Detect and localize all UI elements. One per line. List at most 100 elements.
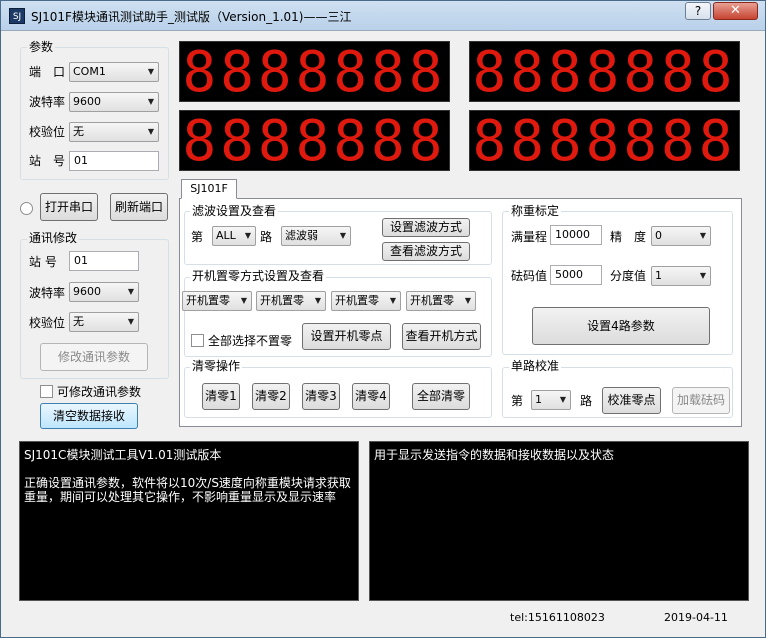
status-date: 2019-04-11	[664, 611, 728, 624]
chevron-down-icon: ▼	[699, 231, 706, 240]
zero-1-button[interactable]: 清零1	[202, 383, 240, 410]
zero-3-button[interactable]: 清零3	[302, 383, 340, 410]
filter-suffix: 路	[260, 230, 273, 244]
log-console: 用于显示发送指令的数据和接收数据以及状态	[369, 441, 749, 601]
filter-level-select[interactable]: 滤波弱 ▼	[281, 226, 351, 246]
single-suffix: 路	[580, 394, 593, 408]
weight-display-1: 8888888	[179, 40, 450, 105]
all-no-zero-label: 全部选择不置零	[208, 334, 293, 348]
weight-display-3: 8888888	[179, 109, 450, 174]
calib-group-label: 称重标定	[509, 204, 562, 218]
port-status-indicator	[20, 202, 33, 215]
poweron-value-3: 开机置零	[335, 294, 379, 307]
chevron-down-icon: ▼	[127, 317, 134, 326]
parity-label: 校验位	[29, 125, 66, 139]
status-tel: tel:15161108023	[510, 611, 605, 624]
poweron-value-4: 开机置零	[410, 294, 454, 307]
chevron-down-icon: ▼	[464, 296, 471, 305]
single-group-label: 单路校准	[509, 359, 562, 373]
chevron-down-icon: ▼	[314, 296, 321, 305]
info-console: SJ101C模块测试工具V1.01测试版本 正确设置通讯参数，软件将以10次/S…	[19, 441, 359, 601]
weight-display-4-value: 8888888	[472, 109, 737, 174]
filter-group-label: 滤波设置及查看	[190, 204, 279, 218]
chevron-down-icon: ▼	[127, 287, 134, 296]
set-filter-button[interactable]: 设置滤波方式	[382, 218, 470, 237]
filter-channel-value: ALL	[216, 229, 236, 242]
baud-value: 9600	[73, 95, 101, 108]
division-value: 1	[655, 269, 662, 282]
weight-display-2-value: 8888888	[472, 40, 737, 105]
comm-parity-value: 无	[73, 315, 84, 328]
comm-station-input[interactable]: 01	[69, 251, 139, 271]
single-channel-value: 1	[535, 393, 542, 406]
allow-modify-label: 可修改通讯参数	[57, 385, 142, 399]
zero-4-button[interactable]: 清零4	[352, 383, 390, 410]
poweron-select-1[interactable]: 开机置零 ▼	[182, 291, 252, 311]
single-channel-select[interactable]: 1 ▼	[531, 390, 571, 410]
main-window: SJ SJ101F模块通讯测试助手_测试版（Version_1.01)——三江 …	[0, 0, 766, 638]
parity-value: 无	[73, 125, 84, 138]
division-label: 分度值	[610, 269, 647, 283]
poweron-select-3[interactable]: 开机置零 ▼	[331, 291, 401, 311]
weight-display-2: 8888888	[469, 40, 740, 105]
weight-display-3-value: 8888888	[182, 109, 447, 174]
port-value: COM1	[73, 65, 106, 78]
title-bar[interactable]: SJ SJ101F模块通讯测试助手_测试版（Version_1.01)——三江 …	[1, 1, 765, 31]
single-prefix: 第	[511, 394, 524, 408]
help-button[interactable]: ?	[685, 2, 711, 20]
comm-baud-select[interactable]: 9600 ▼	[69, 282, 139, 302]
window-title: SJ101F模块通讯测试助手_测试版（Version_1.01)——三江	[31, 10, 352, 24]
chevron-down-icon: ▼	[147, 97, 154, 106]
close-button[interactable]: ✕	[713, 2, 758, 20]
full-range-input[interactable]: 10000	[550, 225, 602, 245]
port-select[interactable]: COM1 ▼	[69, 62, 159, 82]
comm-station-label: 站 号	[29, 255, 57, 269]
view-poweron-button[interactable]: 查看开机方式	[402, 323, 481, 350]
comm-edit-group-label: 通讯修改	[27, 231, 80, 245]
zero-2-button[interactable]: 清零2	[252, 383, 290, 410]
precision-select[interactable]: 0 ▼	[651, 226, 711, 246]
poweron-group-label: 开机置零方式设置及查看	[190, 269, 327, 283]
tab-sj101f[interactable]: SJ101F	[181, 179, 237, 199]
comm-parity-select[interactable]: 无 ▼	[69, 312, 139, 332]
weight-display-4: 8888888	[469, 109, 740, 174]
poweron-select-4[interactable]: 开机置零 ▼	[406, 291, 476, 311]
baud-select[interactable]: 9600 ▼	[69, 92, 159, 112]
filter-level-value: 滤波弱	[285, 229, 318, 242]
chevron-down-icon: ▼	[147, 127, 154, 136]
chevron-down-icon: ▼	[559, 395, 566, 404]
clear-recv-button[interactable]: 清空数据接收	[40, 403, 138, 429]
weight-display-1-value: 8888888	[182, 40, 447, 105]
chevron-down-icon: ▼	[339, 231, 346, 240]
comm-parity-label: 校验位	[29, 316, 66, 330]
filter-channel-select[interactable]: ALL ▼	[212, 226, 256, 246]
weight-input[interactable]: 5000	[550, 265, 602, 285]
port-label: 端 口	[29, 65, 66, 79]
parity-select[interactable]: 无 ▼	[69, 122, 159, 142]
view-filter-button[interactable]: 查看滤波方式	[382, 242, 470, 261]
full-range-label: 满量程	[511, 230, 548, 244]
load-weight-button[interactable]: 加载砝码	[672, 387, 730, 414]
allow-modify-checkbox[interactable]	[40, 385, 53, 398]
params-group-label: 参数	[27, 40, 56, 54]
set-poweron-zero-button[interactable]: 设置开机零点	[302, 323, 391, 350]
chevron-down-icon: ▼	[147, 67, 154, 76]
poweron-select-2[interactable]: 开机置零 ▼	[256, 291, 326, 311]
comm-baud-label: 波特率	[29, 286, 66, 300]
calibrate-zero-button[interactable]: 校准零点	[602, 387, 661, 414]
app-icon: SJ	[9, 8, 25, 24]
all-no-zero-checkbox[interactable]	[191, 334, 204, 347]
zero-group-label: 清零操作	[190, 359, 243, 373]
refresh-port-button[interactable]: 刷新端口	[110, 193, 168, 221]
modify-comm-button[interactable]: 修改通讯参数	[40, 343, 148, 371]
station-label: 站 号	[29, 154, 66, 168]
chevron-down-icon: ▼	[244, 231, 251, 240]
zero-all-button[interactable]: 全部清零	[412, 383, 470, 410]
division-select[interactable]: 1 ▼	[651, 266, 711, 286]
comm-baud-value: 9600	[73, 285, 101, 298]
weight-label: 砝码值	[511, 269, 548, 283]
precision-value: 0	[655, 229, 662, 242]
open-port-button[interactable]: 打开串口	[40, 193, 98, 221]
station-input[interactable]: 01	[69, 151, 159, 171]
set-4ch-params-button[interactable]: 设置4路参数	[532, 307, 710, 345]
